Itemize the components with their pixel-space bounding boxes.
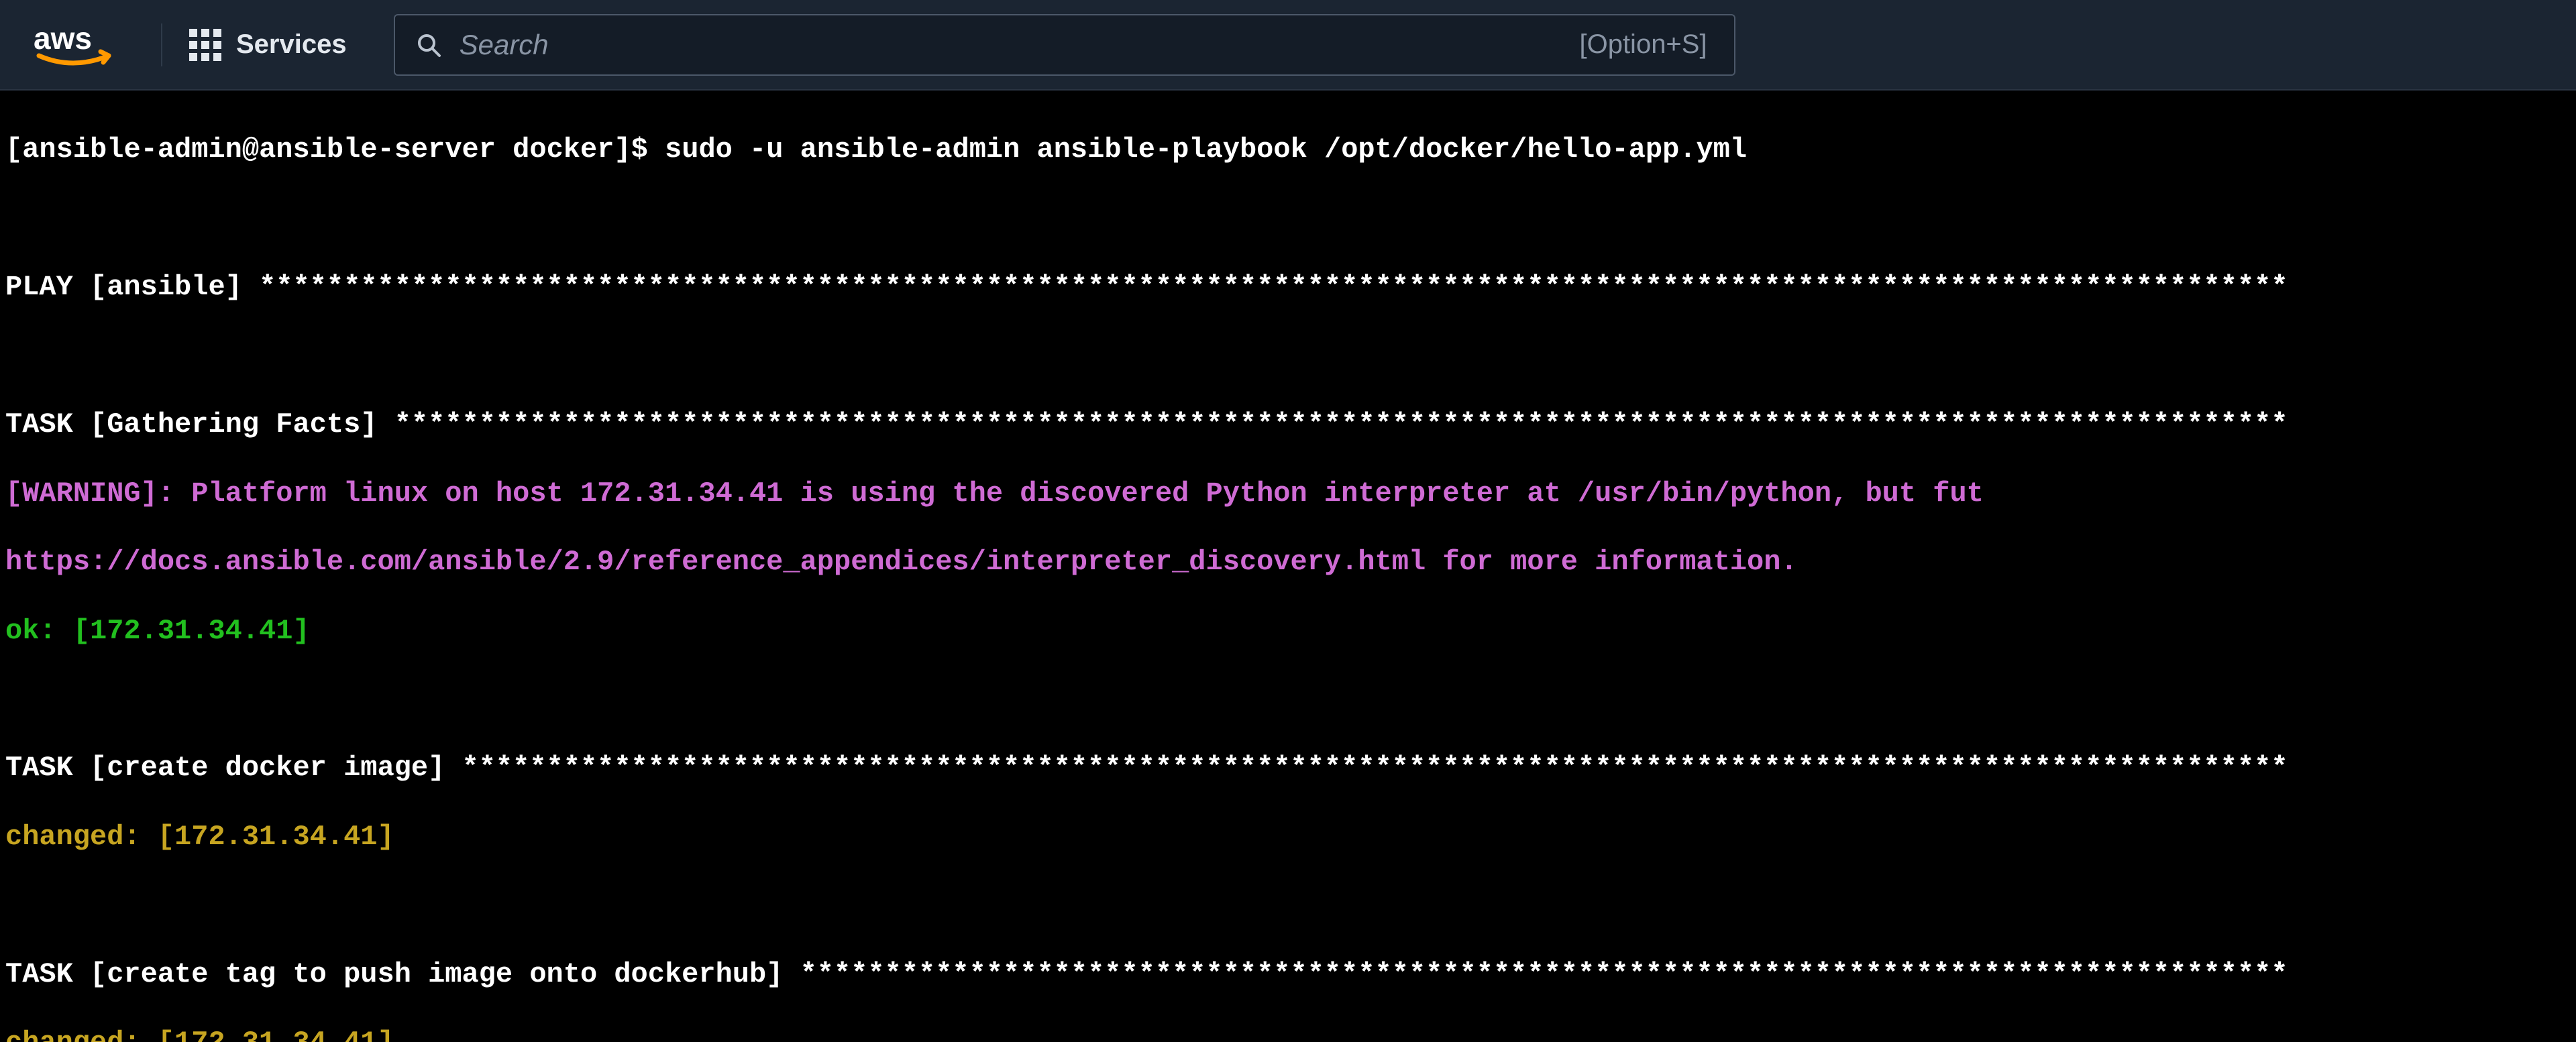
task-gathering-stars: ****************************************… [394, 408, 2288, 441]
search-icon [415, 32, 442, 58]
prompt-close: ]$ [614, 133, 665, 166]
search-box[interactable]: [Option+S] [394, 14, 1735, 76]
play-stars: ****************************************… [259, 271, 2288, 303]
task-gathering-header: TASK [Gathering Facts] *****************… [5, 408, 2571, 442]
ok-text: ok: [172.31.34.41] [5, 615, 310, 647]
services-label: Services [236, 30, 347, 60]
task-gathering-prefix: TASK [Gathering Facts] [5, 408, 394, 441]
docs-line: https://docs.ansible.com/ansible/2.9/ref… [5, 545, 2571, 579]
task-tag-stars: ****************************************… [800, 958, 2288, 990]
aws-logo[interactable]: aws [27, 22, 134, 68]
blank-line [5, 202, 2571, 236]
svg-text:aws: aws [34, 22, 92, 56]
prompt-at: @ [242, 133, 259, 166]
ok-line: ok: [172.31.34.41] [5, 614, 2571, 648]
task-tag-header: TASK [create tag to push image onto dock… [5, 958, 2571, 992]
changed-text: changed: [172.31.34.41] [5, 1027, 394, 1042]
services-menu-button[interactable]: Services [189, 29, 347, 61]
prompt-open: [ [5, 133, 22, 166]
blank-line [5, 339, 2571, 373]
docs-text: https://docs.ansible.com/ansible/2.9/ref… [5, 546, 1798, 578]
search-input[interactable] [460, 29, 1562, 61]
play-header: PLAY [ansible] *************************… [5, 270, 2571, 304]
prompt-line: [ansible-admin@ansible-server docker]$ s… [5, 133, 2571, 167]
task-tag-prefix: TASK [create tag to push image onto dock… [5, 958, 800, 990]
warning-text: [WARNING]: Platform linux on host 172.31… [5, 477, 1984, 510]
prompt-user: ansible-admin [22, 133, 242, 166]
nav-divider [161, 23, 162, 66]
play-prefix: PLAY [ansible] [5, 271, 259, 303]
changed-text: changed: [172.31.34.41] [5, 821, 394, 853]
command-text: sudo -u ansible-admin ansible-playbook /… [665, 133, 1747, 166]
task-create-image-header: TASK [create docker image] *************… [5, 751, 2571, 785]
services-grid-icon [189, 29, 221, 61]
blank-line [5, 888, 2571, 923]
task-create-image-prefix: TASK [create docker image] [5, 752, 462, 784]
terminal[interactable]: [ansible-admin@ansible-server docker]$ s… [0, 91, 2576, 1042]
task-tag-changed: changed: [172.31.34.41] [5, 1026, 2571, 1042]
aws-navbar: aws Services [Option+S] [0, 0, 2576, 91]
aws-logo-icon: aws [34, 22, 127, 68]
task-create-image-stars: ****************************************… [462, 752, 2288, 784]
task-create-image-changed: changed: [172.31.34.41] [5, 820, 2571, 854]
warning-line: [WARNING]: Platform linux on host 172.31… [5, 477, 2571, 511]
prompt-space [496, 133, 513, 166]
prompt-host: ansible-server [259, 133, 496, 166]
prompt-cwd: docker [513, 133, 614, 166]
search-shortcut-hint: [Option+S] [1579, 30, 1713, 60]
blank-line [5, 683, 2571, 717]
